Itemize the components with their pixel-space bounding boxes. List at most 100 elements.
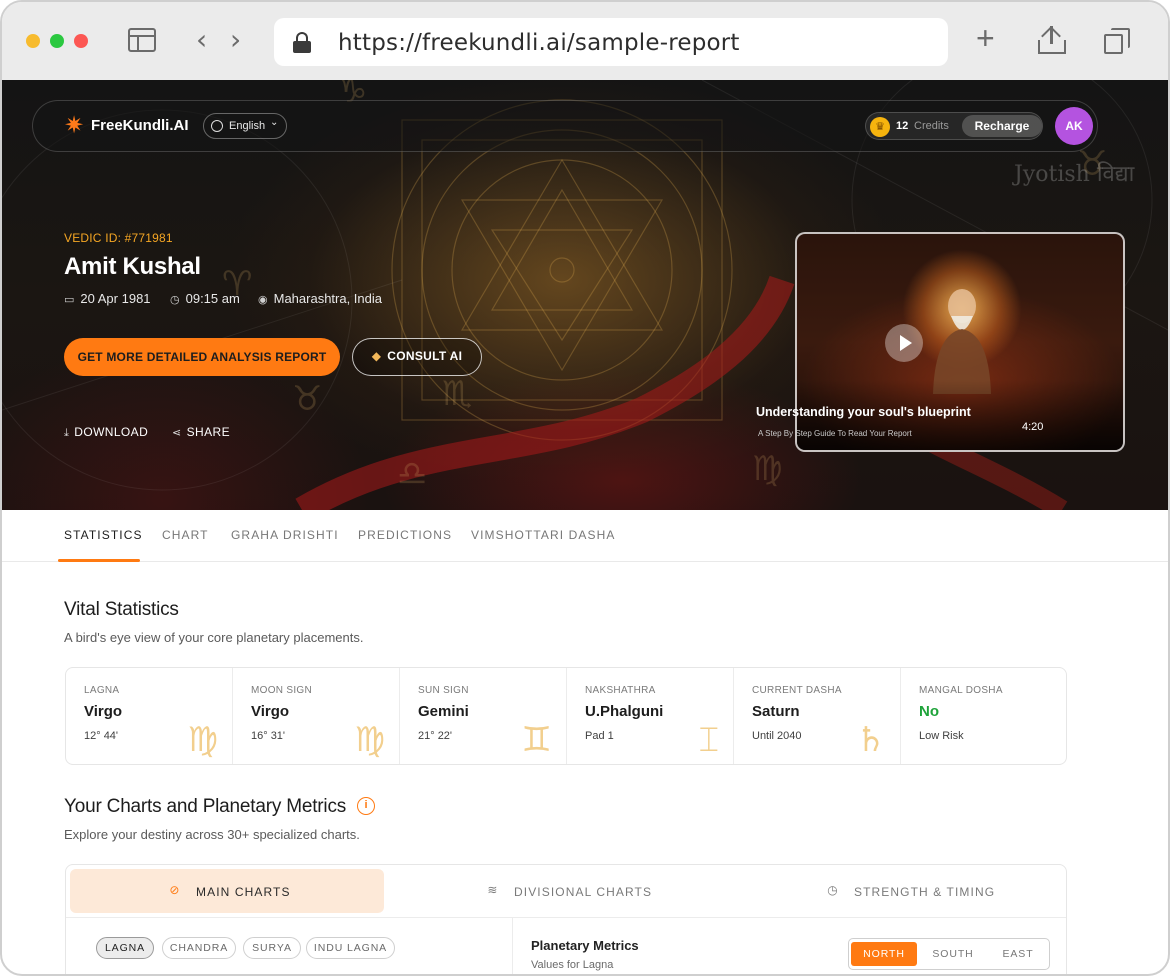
stat-value: U.Phalguni [585,703,664,720]
stat-value: Virgo [84,703,123,720]
chip-lagna[interactable]: LAGNA [96,937,154,959]
play-icon[interactable] [885,324,923,362]
compass-icon: ⊘ [169,883,181,897]
browser-window: ‹ › https://freekundli.ai/sample-report … [0,0,1170,976]
clock-icon: ◷ [170,293,180,306]
minimize-button[interactable] [26,34,40,48]
stat-detail: Until 2040 [752,730,802,742]
stat-current-dasha: CURRENT DASHA Saturn Until 2040 ♄ [734,668,901,764]
chevron-down-icon: ⌄ [270,117,279,128]
hero-banner: ♈ ♏ ♎ ♍ ♉ ♉ ♑ Jyotish विद्या ✷ FreeKundl… [2,80,1168,510]
main-charts-label: MAIN CHARTS [196,885,291,899]
report-tabs: STATISTICS CHART GRAHA DRISHTI PREDICTIO… [2,510,1168,562]
stat-detail: 12° 44' [84,730,119,742]
stat-label: CURRENT DASHA [752,685,842,696]
detailed-report-button[interactable]: GET MORE DETAILED ANALYSIS REPORT [64,338,340,376]
style-south-button[interactable]: SOUTH [919,942,987,966]
credits-count: 12 [896,120,909,132]
vital-statistics-title: Vital Statistics [64,599,179,620]
tabs-overview-icon[interactable] [1104,28,1130,54]
top-navbar: ✷ FreeKundli.AI English ⌄ ♛ 12 Credits R… [32,100,1098,152]
stat-detail: 16° 31' [251,730,286,742]
stat-value: Virgo [251,703,290,720]
forward-arrow-icon[interactable]: › [230,26,241,54]
url-text[interactable]: https://freekundli.ai/sample-report [338,30,740,56]
layers-icon: ≋ [487,883,499,897]
close-button[interactable] [74,34,88,48]
style-east-button[interactable]: EAST [987,942,1049,966]
style-north-button[interactable]: NORTH [851,942,917,966]
sun-logo-icon: ✷ [63,111,85,139]
saturn-icon: ♄ [855,720,886,760]
tab-vimshottari-dasha[interactable]: VIMSHOTTARI DASHA [471,528,616,542]
tab-strength-timing[interactable]: ◷ STRENGTH & TIMING [746,869,1060,913]
stat-label: SUN SIGN [418,685,469,696]
consult-ai-button[interactable]: ◆ CONSULT AI [352,338,482,376]
stat-label: MOON SIGN [251,685,313,696]
video-duration: 4:20 [1022,421,1044,433]
maximize-button[interactable] [50,34,64,48]
clock-icon: ◷ [827,883,839,897]
address-bar[interactable]: https://freekundli.ai/sample-report [274,18,948,66]
tab-predictions[interactable]: PREDICTIONS [358,528,452,542]
video-subtitle: A Step By Step Guide To Read Your Report [758,429,912,438]
avatar[interactable]: AK [1055,107,1093,145]
stat-lagna: LAGNA Virgo 12° 44' ♍ [66,668,233,764]
gemini-icon: ♊ [521,720,552,760]
svg-text:♍: ♍ [752,449,782,489]
download-link[interactable]: ⤓ DOWNLOAD [64,425,148,440]
sidebar-toggle-icon[interactable] [128,28,156,52]
birth-time: ◷ 09:15 am [170,291,240,306]
virgo-icon: ♍ [187,720,218,760]
birth-date-text: 20 Apr 1981 [80,291,151,306]
chip-indu-lagna[interactable]: INDU LAGNA [306,937,395,959]
tab-graha-drishti[interactable]: GRAHA DRISHTI [231,528,339,542]
credits-label: Credits [914,120,949,132]
tab-divisional-charts[interactable]: ≋ DIVISIONAL CHARTS [406,869,720,913]
language-selector[interactable]: English ⌄ [203,113,287,139]
stat-label: LAGNA [84,685,120,696]
planetary-metrics-title: Planetary Metrics [531,938,639,953]
planetary-metrics-subtitle: Values for Lagna [531,959,614,971]
chart-style-toggle: NORTH SOUTH EAST [848,938,1050,970]
share-icon[interactable] [1038,26,1066,54]
stat-mangal-dosha: MANGAL DOSHA No Low Risk [901,668,1068,764]
active-tab-indicator [58,559,140,562]
stat-detail: 21° 22' [418,730,453,742]
info-icon[interactable]: i [357,797,375,815]
svg-text:♏: ♏ [442,374,472,414]
birth-time-text: 09:15 am [185,291,240,306]
share-link[interactable]: ⋖ SHARE [172,425,230,439]
video-thumbnail[interactable] [795,232,1125,452]
birth-place: ◉ Maharashtra, India [258,291,382,306]
sparkle-icon: ◆ [371,349,382,363]
charts-section-subtitle: Explore your destiny across 30+ speciali… [64,827,360,842]
svg-text:♎: ♎ [397,454,427,494]
svg-text:♉: ♉ [292,379,322,419]
stat-label: MANGAL DOSHA [919,685,1003,696]
credits-pill: ♛ 12 Credits Recharge [865,112,1043,140]
share-nodes-icon: ⋖ [172,426,182,439]
tab-statistics[interactable]: STATISTICS [64,528,143,542]
new-tab-icon[interactable]: + [976,22,995,54]
location-pin-icon: ◉ [258,293,268,306]
stat-detail: Pad 1 [585,730,614,742]
jyotish-watermark: Jyotish विद्या [1014,162,1135,187]
brand-name[interactable]: FreeKundli.AI [91,117,189,134]
chip-chandra[interactable]: CHANDRA [162,937,236,959]
stat-value: No [919,703,939,720]
vital-statistics-card: LAGNA Virgo 12° 44' ♍ MOON SIGN Virgo 16… [65,667,1067,765]
browser-toolbar: ‹ › https://freekundli.ai/sample-report … [2,2,1168,80]
recharge-button[interactable]: Recharge [962,115,1042,137]
back-arrow-icon[interactable]: ‹ [196,26,207,54]
chip-surya[interactable]: SURYA [243,937,301,959]
download-icon: ⤓ [64,426,70,439]
charts-section-title: Your Charts and Planetary Metrics [64,796,347,817]
stat-sun-sign: SUN SIGN Gemini 21° 22' ♊ [400,668,567,764]
calendar-icon: ▭ [64,293,75,306]
stat-label: NAKSHATHRA [585,685,656,696]
tab-main-charts[interactable]: ⊘ MAIN CHARTS [70,869,384,913]
lock-icon [292,32,312,53]
profile-name: Amit Kushal [64,253,201,280]
tab-chart[interactable]: CHART [162,528,209,542]
